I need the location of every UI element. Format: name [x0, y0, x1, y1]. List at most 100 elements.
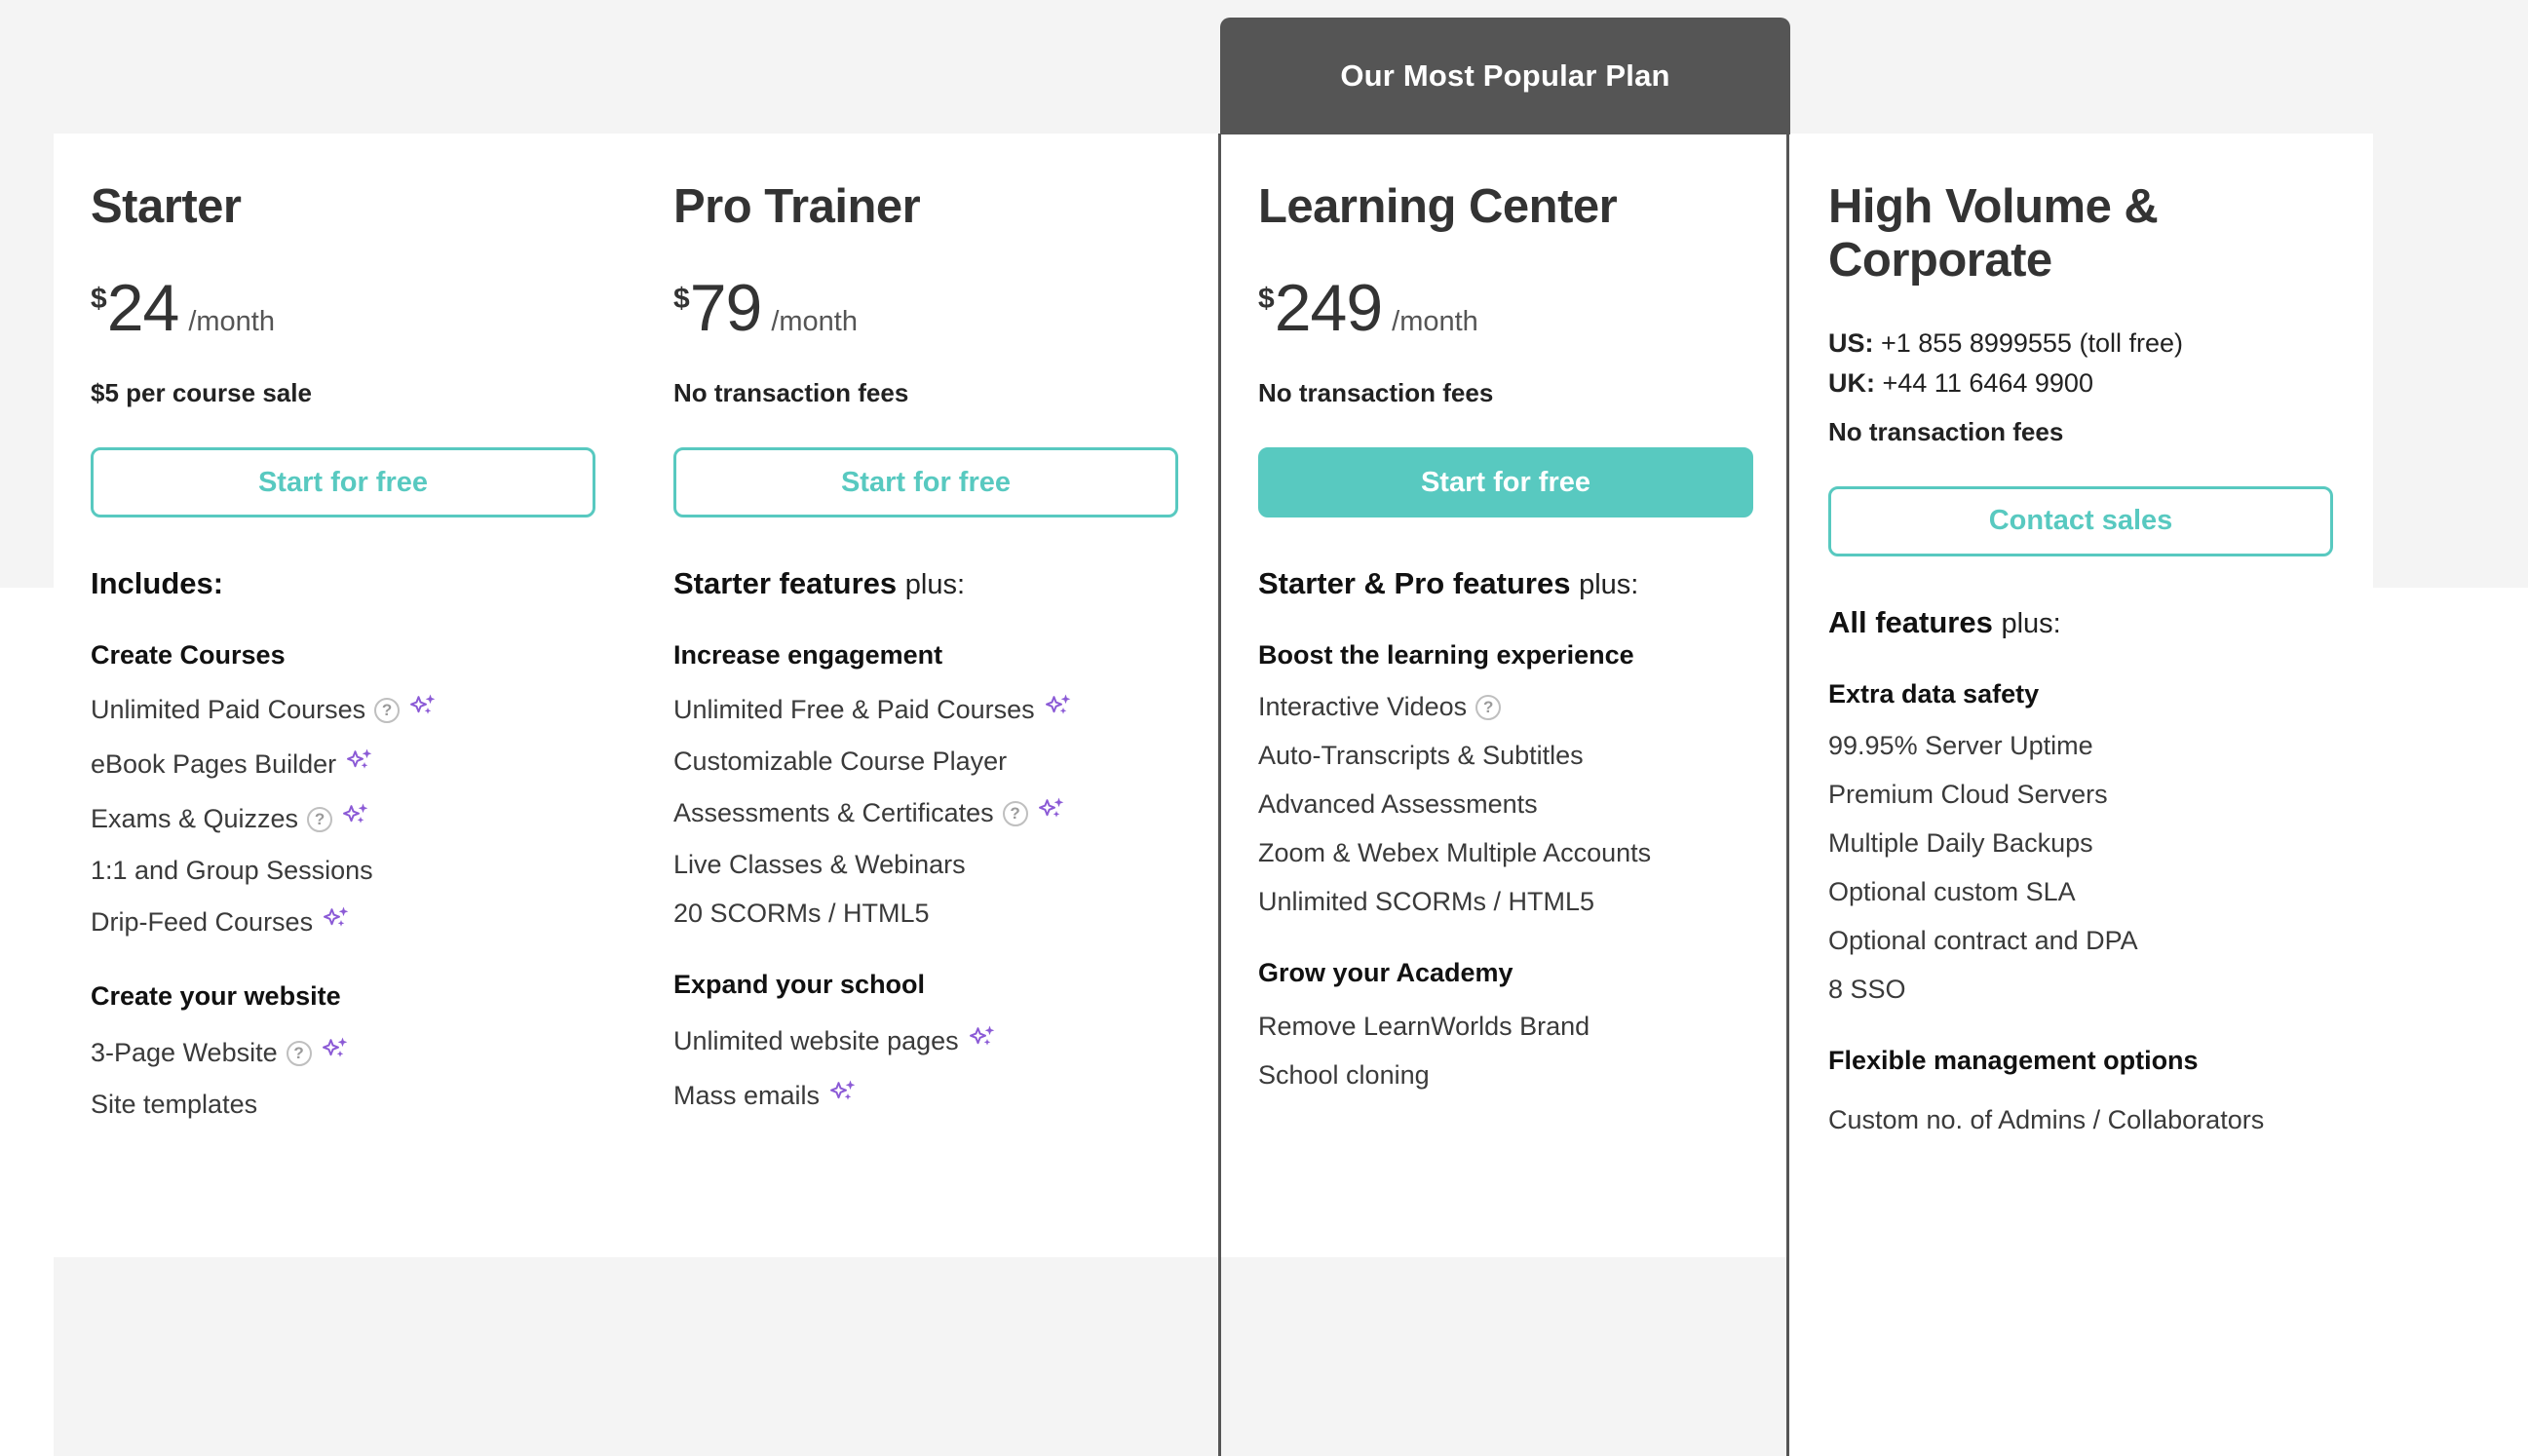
feature-item: 20 SCORMs / HTML5: [673, 900, 1200, 927]
feature-item: Live Classes & Webinars: [673, 852, 1200, 878]
section-heading-bold: All features: [1828, 604, 1993, 639]
feature-item: Optional custom SLA: [1828, 876, 2354, 906]
plan-title: Pro Trainer: [673, 180, 921, 233]
feature-item: Unlimited Free & Paid Courses: [673, 694, 1200, 726]
start-for-free-button[interactable]: Start for free: [1258, 447, 1753, 518]
price-amount: 24: [106, 271, 180, 346]
plan-column-high-volume-corporate: High Volume & Corporate US: +1 855 899955…: [1789, 134, 2373, 1456]
ai-sparkle-icon: [1044, 694, 1073, 726]
section-heading: Starter features plus:: [673, 566, 1200, 601]
ai-sparkle-icon: [322, 906, 351, 939]
feature-label: 8 SSO: [1828, 974, 1906, 1004]
ai-sparkle-icon: [1037, 797, 1066, 829]
section-heading: Includes:: [91, 566, 617, 601]
feature-group-title: Create Courses: [91, 640, 286, 671]
bottom-feature-group-title: Expand your school: [673, 970, 926, 1000]
feature-group-title: Increase engagement: [673, 640, 943, 671]
plan-title: Learning Center: [1258, 180, 1618, 233]
help-icon[interactable]: ?: [286, 1040, 312, 1066]
phone-us: US: +1 855 8999555 (toll free): [1828, 327, 2183, 358]
help-icon[interactable]: ?: [374, 697, 401, 723]
contact-sales-button[interactable]: Contact sales: [1828, 485, 2333, 556]
start-for-free-button[interactable]: Start for free: [91, 447, 595, 518]
price-period: /month: [1392, 306, 1478, 338]
feature-item: 99.95% Server Uptime: [1828, 730, 2354, 760]
feature-item: 8 SSO: [1828, 974, 2354, 1004]
feature-label: 1:1 and Group Sessions: [91, 856, 373, 886]
feature-item: School cloning: [1258, 1062, 1770, 1089]
pricing-page: Our Most Popular Plan Starter $24/month $5…: [0, 0, 2528, 1456]
section-heading-plus: plus:: [2001, 607, 2061, 639]
feature-item: Zoom & Webex Multiple Accounts: [1258, 840, 1770, 866]
feature-label: Advanced Assessments: [1258, 789, 1538, 820]
price-currency: $: [673, 283, 690, 316]
ai-sparkle-icon: [408, 694, 438, 726]
plan-column-learning-center: Learning Center $249/month No transaction …: [1221, 134, 1789, 1456]
phone-uk: UK: +44 11 6464 9900: [1828, 367, 2093, 398]
feature-label: Unlimited Free & Paid Courses: [673, 695, 1035, 725]
feature-label: Optional contract and DPA: [1828, 925, 2138, 955]
feature-label: Live Classes & Webinars: [673, 850, 966, 880]
help-icon[interactable]: ?: [1002, 800, 1028, 826]
feature-item: Optional contract and DPA: [1828, 925, 2354, 955]
feature-label: Remove LearnWorlds Brand: [1258, 1012, 1590, 1042]
feature-label: Premium Cloud Servers: [1828, 779, 2108, 809]
feature-item: Unlimited website pages: [673, 1025, 1200, 1057]
bottom-feature-group-title: Grow your Academy: [1258, 958, 1513, 988]
feature-label: Exams & Quizzes: [91, 804, 299, 834]
help-icon[interactable]: ?: [307, 806, 333, 832]
feature-group-title: Extra data safety: [1828, 678, 2040, 709]
plan-column-starter: Starter $24/month $5 per course sale Start …: [54, 134, 636, 1456]
bottom-feature-group-title: Create your website: [91, 981, 341, 1012]
section-heading: All features plus:: [1828, 605, 2354, 640]
bottom-feature-group: Expand your school Unlimited website page…: [673, 970, 1200, 1112]
most-popular-banner: Our Most Popular Plan: [1220, 18, 1790, 134]
price-amount: 249: [1274, 271, 1383, 346]
feature-label: Assessments & Certificates: [673, 798, 994, 828]
bottom-feature-group-title: Flexible management options: [1828, 1045, 2199, 1075]
ai-sparkle-icon: [345, 748, 374, 781]
feature-label: 99.95% Server Uptime: [1828, 730, 2093, 760]
feature-item: Multiple Daily Backups: [1828, 829, 2354, 857]
section-heading-bold: Starter & Pro features: [1258, 566, 1571, 601]
feature-item: 1:1 and Group Sessions: [91, 858, 617, 884]
feature-label: Optional custom SLA: [1828, 876, 2076, 906]
feature-label: Auto-Transcripts & Subtitles: [1258, 741, 1584, 771]
bottom-feature-group: Flexible management options Custom no. of…: [1828, 1046, 2354, 1139]
feature-item: Premium Cloud Servers: [1828, 779, 2354, 809]
help-icon[interactable]: ?: [1475, 694, 1502, 720]
feature-label: eBook Pages Builder: [91, 749, 337, 780]
section-heading-plus: plus:: [1579, 569, 1639, 601]
feature-item: Customizable Course Player: [673, 748, 1200, 775]
plan-price: $249/month: [1258, 275, 1770, 347]
price-period: /month: [771, 306, 858, 338]
bottom-feature-group: Create your website 3-Page Website? Site t…: [91, 981, 617, 1118]
plan-title: High Volume & Corporate: [1828, 180, 2159, 287]
feature-item: eBook Pages Builder: [91, 748, 617, 781]
feature-item: Custom no. of Admins / Collaborators: [1828, 1101, 2354, 1139]
feature-label: 20 SCORMs / HTML5: [673, 899, 930, 929]
ai-sparkle-icon: [968, 1025, 997, 1057]
section-heading: Starter & Pro features plus:: [1258, 566, 1770, 601]
section-heading-bold: Starter features: [673, 566, 898, 601]
ai-sparkle-icon: [341, 803, 370, 835]
plan-price: $79/month: [673, 275, 1200, 347]
feature-item: Auto-Transcripts & Subtitles: [1258, 743, 1770, 769]
start-for-free-button[interactable]: Start for free: [673, 447, 1178, 518]
feature-group: Extra data safety 99.95% Server Uptime Pre…: [1828, 679, 2354, 1003]
plan-price: $24/month: [91, 275, 617, 347]
ai-sparkle-icon: [828, 1080, 858, 1112]
feature-item: Exams & Quizzes?: [91, 803, 617, 835]
fee-note: No transaction fees: [673, 378, 909, 408]
feature-item: Mass emails: [673, 1080, 1200, 1112]
feature-label: Unlimited website pages: [673, 1026, 959, 1056]
feature-item: Remove LearnWorlds Brand: [1258, 1014, 1770, 1040]
feature-group-title: Boost the learning experience: [1258, 640, 1634, 671]
plan-title: Starter: [91, 180, 242, 233]
bottom-feature-group: Grow your Academy Remove LearnWorlds Bran…: [1258, 958, 1770, 1089]
feature-label: School cloning: [1258, 1060, 1430, 1091]
price-currency: $: [1258, 283, 1275, 316]
feature-label: 3-Page Website: [91, 1038, 278, 1068]
price-amount: 79: [689, 271, 763, 346]
feature-label: Site templates: [91, 1090, 258, 1120]
